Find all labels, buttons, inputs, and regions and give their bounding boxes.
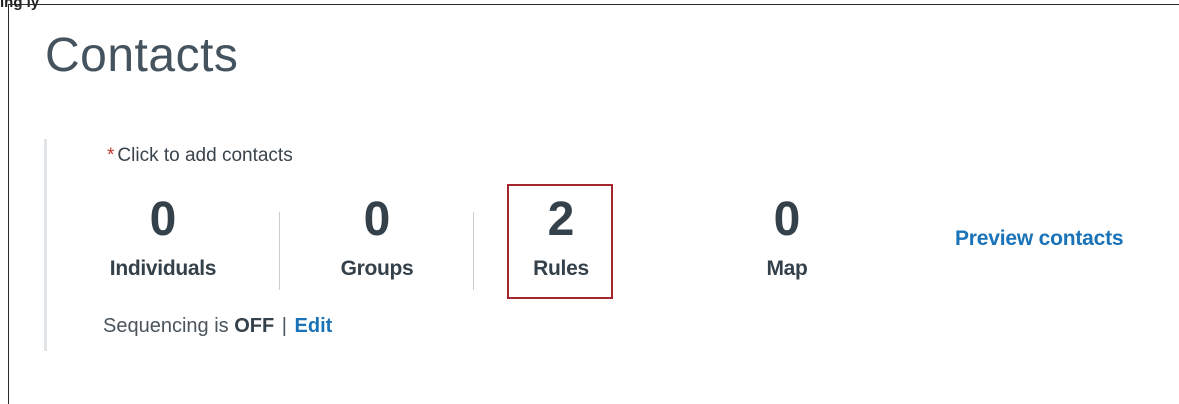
groups-count: 0 [363,193,391,246]
section-rule [44,139,47,351]
add-contacts-hint: * Click to add contacts [107,145,293,167]
preview-contacts-link[interactable]: Preview contacts [955,227,1124,251]
individuals-count: 0 [149,193,177,246]
sequencing-separator: | [281,315,287,337]
edit-sequencing-link[interactable]: Edit [295,315,333,337]
stat-divider [279,212,280,290]
map-stat[interactable]: 0 Map [737,193,837,281]
rules-count: 2 [547,193,575,246]
individuals-label: Individuals [109,257,217,280]
individuals-stat[interactable]: 0 Individuals [98,193,228,281]
map-count: 0 [773,193,801,246]
page-title: Contacts [45,29,239,82]
sequencing-state: OFF [234,315,275,337]
rules-stat[interactable]: 2 Rules [510,193,612,281]
sequencing-prefix: Sequencing is [103,315,229,337]
stat-divider [473,212,474,290]
groups-stat[interactable]: 0 Groups [322,193,432,281]
required-asterisk: * [107,145,115,166]
add-contacts-hint-text: Click to add contacts [117,145,293,166]
rules-label: Rules [533,257,589,280]
map-label: Map [766,257,808,280]
sequencing-status: Sequencing is OFF | Edit [103,315,332,338]
groups-label: Groups [340,257,414,280]
